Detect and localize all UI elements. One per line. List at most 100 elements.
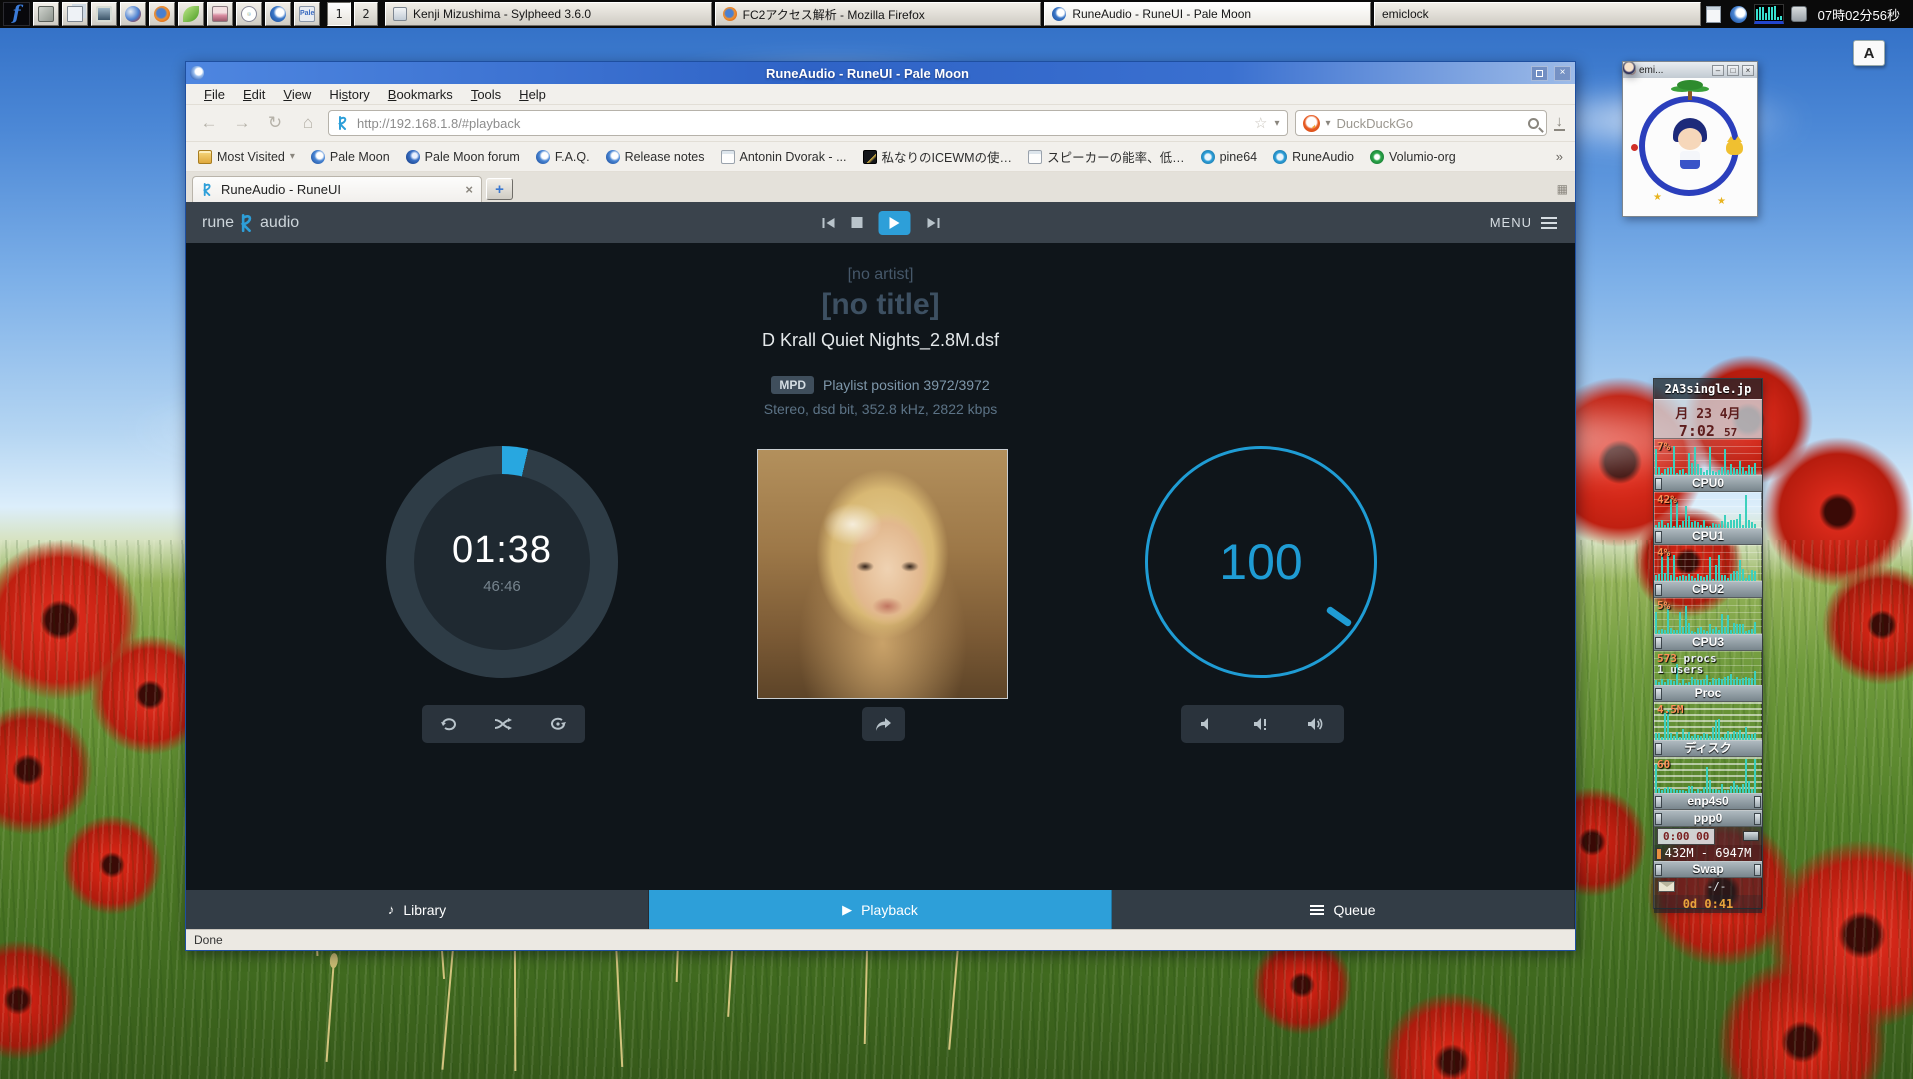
- bookmark-item[interactable]: 私なりのICEWMの使…: [863, 147, 1013, 166]
- shuffle-button[interactable]: [494, 717, 512, 731]
- launcher-palemoon-icon[interactable]: [265, 2, 291, 26]
- tray-palemoon-icon[interactable]: [1729, 4, 1749, 24]
- close-button[interactable]: ×: [1554, 66, 1571, 81]
- emiclock-close-button[interactable]: ×: [1742, 65, 1754, 76]
- runeaudio-logo[interactable]: rune audio: [186, 214, 299, 232]
- footer-tab-library[interactable]: ♪Library: [186, 890, 649, 929]
- tab-runeaudio[interactable]: RuneAudio - RuneUI ×: [192, 176, 482, 202]
- search-engine-dropdown-icon[interactable]: ▾: [1326, 118, 1331, 129]
- volume-mute-icon[interactable]: [1200, 717, 1216, 731]
- launcher-globe-icon[interactable]: [120, 2, 146, 26]
- disk-label-bar[interactable]: ディスク: [1654, 740, 1762, 757]
- bookmark-item[interactable]: pine64: [1201, 150, 1258, 164]
- bookmark-item[interactable]: Release notes: [606, 150, 705, 164]
- search-bar[interactable]: ▾ DuckDuckGo: [1295, 110, 1547, 136]
- bookmarks-overflow-icon[interactable]: »: [1556, 149, 1563, 164]
- share-button[interactable]: [862, 707, 905, 741]
- menu-view[interactable]: View: [275, 85, 319, 104]
- menu-tools[interactable]: Tools: [463, 85, 509, 104]
- gkrellm-clock[interactable]: 月 23 4月 7:02 57: [1654, 399, 1762, 439]
- gkrellm-hostname[interactable]: 2A3single.jp: [1654, 379, 1762, 399]
- runeui-menu-button[interactable]: MENU: [1490, 202, 1557, 243]
- downloads-button[interactable]: ↓: [1554, 115, 1566, 131]
- bookmark-item[interactable]: Volumio-org: [1370, 150, 1456, 164]
- back-button[interactable]: ←: [196, 110, 222, 136]
- play-button[interactable]: [878, 211, 910, 235]
- menu-file[interactable]: File: [196, 85, 233, 104]
- url-dropdown-icon[interactable]: ▾: [1274, 118, 1279, 129]
- cpu1-label-bar[interactable]: CPU1: [1654, 528, 1762, 545]
- duckduckgo-icon[interactable]: [1303, 115, 1320, 132]
- cpu3-label-bar[interactable]: CPU3: [1654, 634, 1762, 651]
- net-if1-bar[interactable]: enp4s0: [1654, 793, 1762, 810]
- launcher-leaf-icon[interactable]: [178, 2, 204, 26]
- tray-document-icon[interactable]: [1704, 4, 1724, 24]
- proc-label-bar[interactable]: Proc: [1654, 685, 1762, 702]
- launcher-monitor-icon[interactable]: [91, 2, 117, 26]
- taskbar-task-sylpheed[interactable]: Kenji Mizushima - Sylpheed 3.6.0: [385, 2, 712, 26]
- new-tab-button[interactable]: +: [486, 178, 513, 200]
- taskbar-task-palemoon[interactable]: RuneAudio - RuneUI - Pale Moon: [1044, 2, 1371, 26]
- single-repeat-button[interactable]: [549, 716, 567, 732]
- bookmark-star-icon[interactable]: ☆: [1254, 114, 1267, 132]
- workspace-button-2[interactable]: 2: [354, 2, 378, 26]
- start-menu-button[interactable]: f: [3, 2, 30, 26]
- forward-button[interactable]: →: [229, 110, 255, 136]
- launcher-files-icon[interactable]: [33, 2, 59, 26]
- tab-groups-icon[interactable]: ▦: [1557, 182, 1569, 196]
- net-timer-button[interactable]: [1743, 831, 1759, 841]
- taskbar-task-firefox[interactable]: FC2アクセス解析 - Mozilla Firefox: [715, 2, 1042, 26]
- memory-panel[interactable]: 432M - 6947M: [1654, 845, 1762, 861]
- launcher-pale-icon[interactable]: Pale: [294, 2, 320, 26]
- mail-panel[interactable]: -/-: [1654, 878, 1762, 895]
- repeat-button[interactable]: [440, 716, 458, 732]
- emiclock-minimize-button[interactable]: –: [1712, 65, 1724, 76]
- bookmark-item[interactable]: Most Visited▾: [198, 150, 295, 164]
- workspace-button-1[interactable]: 1: [327, 2, 351, 26]
- footer-tab-queue[interactable]: Queue: [1112, 890, 1575, 929]
- menu-edit[interactable]: Edit: [235, 85, 273, 104]
- gkrellm-seconds: 57: [1724, 426, 1737, 439]
- search-icon[interactable]: [1528, 118, 1539, 129]
- menu-history[interactable]: History: [321, 85, 377, 104]
- url-bar[interactable]: http://192.168.1.8/#playback ☆ ▾: [328, 110, 1288, 136]
- emiclock-titlebar[interactable]: emi... – □ ×: [1623, 62, 1757, 78]
- bookmark-item[interactable]: Pale Moon: [311, 150, 390, 164]
- tab-close-icon[interactable]: ×: [465, 182, 473, 197]
- bookmark-item[interactable]: スピーカーの能率、低…: [1028, 147, 1185, 166]
- bookmark-item[interactable]: F.A.Q.: [536, 150, 590, 164]
- search-placeholder[interactable]: DuckDuckGo: [1337, 116, 1522, 131]
- volume-knob[interactable]: 100: [1145, 446, 1377, 678]
- launcher-photo-icon[interactable]: [207, 2, 233, 26]
- launcher-firefox-icon[interactable]: [149, 2, 175, 26]
- net-if2-bar[interactable]: ppp0: [1654, 810, 1762, 827]
- tray-cpu-graph[interactable]: [1754, 4, 1784, 24]
- bookmark-item[interactable]: Antonin Dvorak - ...: [721, 150, 847, 164]
- taskbar-task-emiclock[interactable]: emiclock: [1374, 2, 1701, 26]
- net-timer: 0:00 00: [1654, 827, 1762, 845]
- emiclock-maximize-button[interactable]: □: [1727, 65, 1739, 76]
- volume-up-icon[interactable]: [1307, 717, 1325, 731]
- tray-mail-icon[interactable]: [1789, 4, 1809, 24]
- cpu0-label-bar[interactable]: CPU0: [1654, 475, 1762, 492]
- menu-help[interactable]: Help: [511, 85, 554, 104]
- home-button[interactable]: ⌂: [295, 110, 321, 136]
- url-text[interactable]: http://192.168.1.8/#playback: [357, 116, 1247, 131]
- cpu2-label-bar[interactable]: CPU2: [1654, 581, 1762, 598]
- ime-indicator[interactable]: A: [1853, 40, 1885, 66]
- menu-bookmarks[interactable]: Bookmarks: [380, 85, 461, 104]
- time-knob[interactable]: 01:38 46:46: [386, 446, 618, 678]
- next-track-button[interactable]: [926, 217, 940, 229]
- previous-track-button[interactable]: [821, 217, 835, 229]
- reload-button[interactable]: ↻: [262, 110, 288, 136]
- bookmark-item[interactable]: RuneAudio: [1273, 150, 1354, 164]
- maximize-button[interactable]: [1531, 66, 1548, 81]
- window-titlebar[interactable]: RuneAudio - RuneUI - Pale Moon ×: [186, 62, 1575, 84]
- stop-button[interactable]: [851, 217, 862, 228]
- swap-label-bar[interactable]: Swap: [1654, 861, 1762, 878]
- launcher-copy-icon[interactable]: [62, 2, 88, 26]
- volume-alert-icon[interactable]: [1253, 717, 1269, 731]
- footer-tab-playback[interactable]: ▶Playback: [649, 890, 1112, 929]
- bookmark-item[interactable]: Pale Moon forum: [406, 150, 520, 164]
- launcher-cd-icon[interactable]: [236, 2, 262, 26]
